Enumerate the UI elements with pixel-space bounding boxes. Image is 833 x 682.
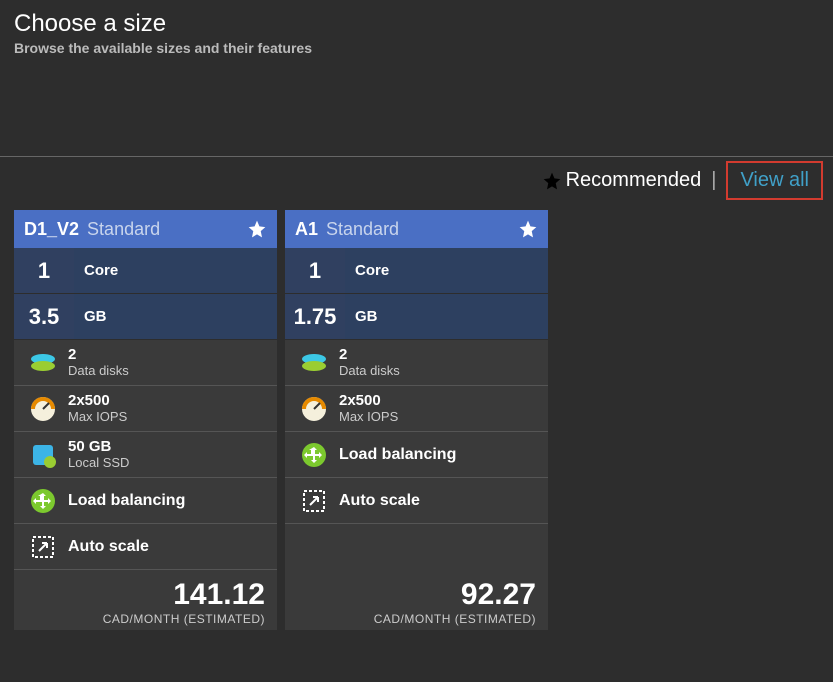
loadbalancing-icon <box>18 487 68 515</box>
ssd-icon <box>18 442 68 468</box>
ssd-row: 50 GB Local SSD <box>14 432 277 478</box>
price-value: 92.27 <box>297 578 536 612</box>
autoscale-icon <box>18 533 68 561</box>
disk-icon <box>289 352 339 374</box>
cores-label: Core <box>345 248 548 293</box>
disks-label: Data disks <box>339 364 544 378</box>
iops-row: 2x500 Max IOPS <box>285 386 548 432</box>
recommended-label: Recommended <box>566 169 702 192</box>
disks-value: 2 <box>68 347 273 364</box>
ram-value: 3.5 <box>14 294 74 339</box>
ram-label: GB <box>345 294 548 339</box>
iops-value: 2x500 <box>339 393 544 410</box>
star-icon <box>247 219 267 239</box>
cores-label: Core <box>74 248 277 293</box>
card-footer: 92.27 CAD/MONTH (ESTIMATED) <box>285 570 548 630</box>
ssd-value: 50 GB <box>68 439 273 456</box>
autoscale-row: Auto scale <box>285 478 548 524</box>
disks-row: 2 Data disks <box>285 340 548 386</box>
ram-row: 3.5 GB <box>14 294 277 340</box>
price-unit: CAD/MONTH (ESTIMATED) <box>26 612 265 626</box>
card-sku: D1_V2 <box>24 219 79 240</box>
disk-icon <box>18 352 68 374</box>
ram-value: 1.75 <box>285 294 345 339</box>
disks-label: Data disks <box>68 364 273 378</box>
cores-row: 1 Core <box>285 248 548 294</box>
filter-separator: | <box>711 169 716 192</box>
disks-value: 2 <box>339 347 544 364</box>
page-title: Choose a size <box>14 10 819 38</box>
card-tier: Standard <box>87 219 160 240</box>
autoscale-label: Auto scale <box>68 538 273 556</box>
ram-label: GB <box>74 294 277 339</box>
loadbalancing-label: Load balancing <box>68 492 273 510</box>
iops-label: Max IOPS <box>68 410 273 424</box>
loadbalancing-label: Load balancing <box>339 446 544 464</box>
iops-row: 2x500 Max IOPS <box>14 386 277 432</box>
card-sku: A1 <box>295 219 318 240</box>
loadbalancing-row: Load balancing <box>285 432 548 478</box>
view-all-link[interactable]: View all <box>726 161 823 200</box>
recommended-filter[interactable]: Recommended <box>542 169 702 192</box>
gauge-icon <box>289 395 339 423</box>
star-icon <box>518 219 538 239</box>
page-subtitle: Browse the available sizes and their fea… <box>14 40 819 56</box>
loadbalancing-icon <box>289 441 339 469</box>
star-icon <box>542 171 562 191</box>
autoscale-label: Auto scale <box>339 492 544 510</box>
autoscale-icon <box>289 487 339 515</box>
cards-container: D1_V2 Standard 1 Core 3.5 GB 2 Data disk… <box>0 200 833 640</box>
disks-row: 2 Data disks <box>14 340 277 386</box>
iops-value: 2x500 <box>68 393 273 410</box>
card-header: A1 Standard <box>285 210 548 248</box>
size-card-d1v2[interactable]: D1_V2 Standard 1 Core 3.5 GB 2 Data disk… <box>14 210 277 630</box>
cores-row: 1 Core <box>14 248 277 294</box>
cores-value: 1 <box>285 248 345 293</box>
autoscale-row: Auto scale <box>14 524 277 570</box>
price-unit: CAD/MONTH (ESTIMATED) <box>297 612 536 626</box>
loadbalancing-row: Load balancing <box>14 478 277 524</box>
ram-row: 1.75 GB <box>285 294 548 340</box>
ssd-label: Local SSD <box>68 456 273 470</box>
card-header: D1_V2 Standard <box>14 210 277 248</box>
card-footer: 141.12 CAD/MONTH (ESTIMATED) <box>14 570 277 630</box>
size-card-a1[interactable]: A1 Standard 1 Core 1.75 GB 2 Data disks <box>285 210 548 630</box>
gauge-icon <box>18 395 68 423</box>
iops-label: Max IOPS <box>339 410 544 424</box>
filter-row: Recommended | View all <box>0 157 833 200</box>
price-value: 141.12 <box>26 578 265 612</box>
card-tier: Standard <box>326 219 399 240</box>
cores-value: 1 <box>14 248 74 293</box>
